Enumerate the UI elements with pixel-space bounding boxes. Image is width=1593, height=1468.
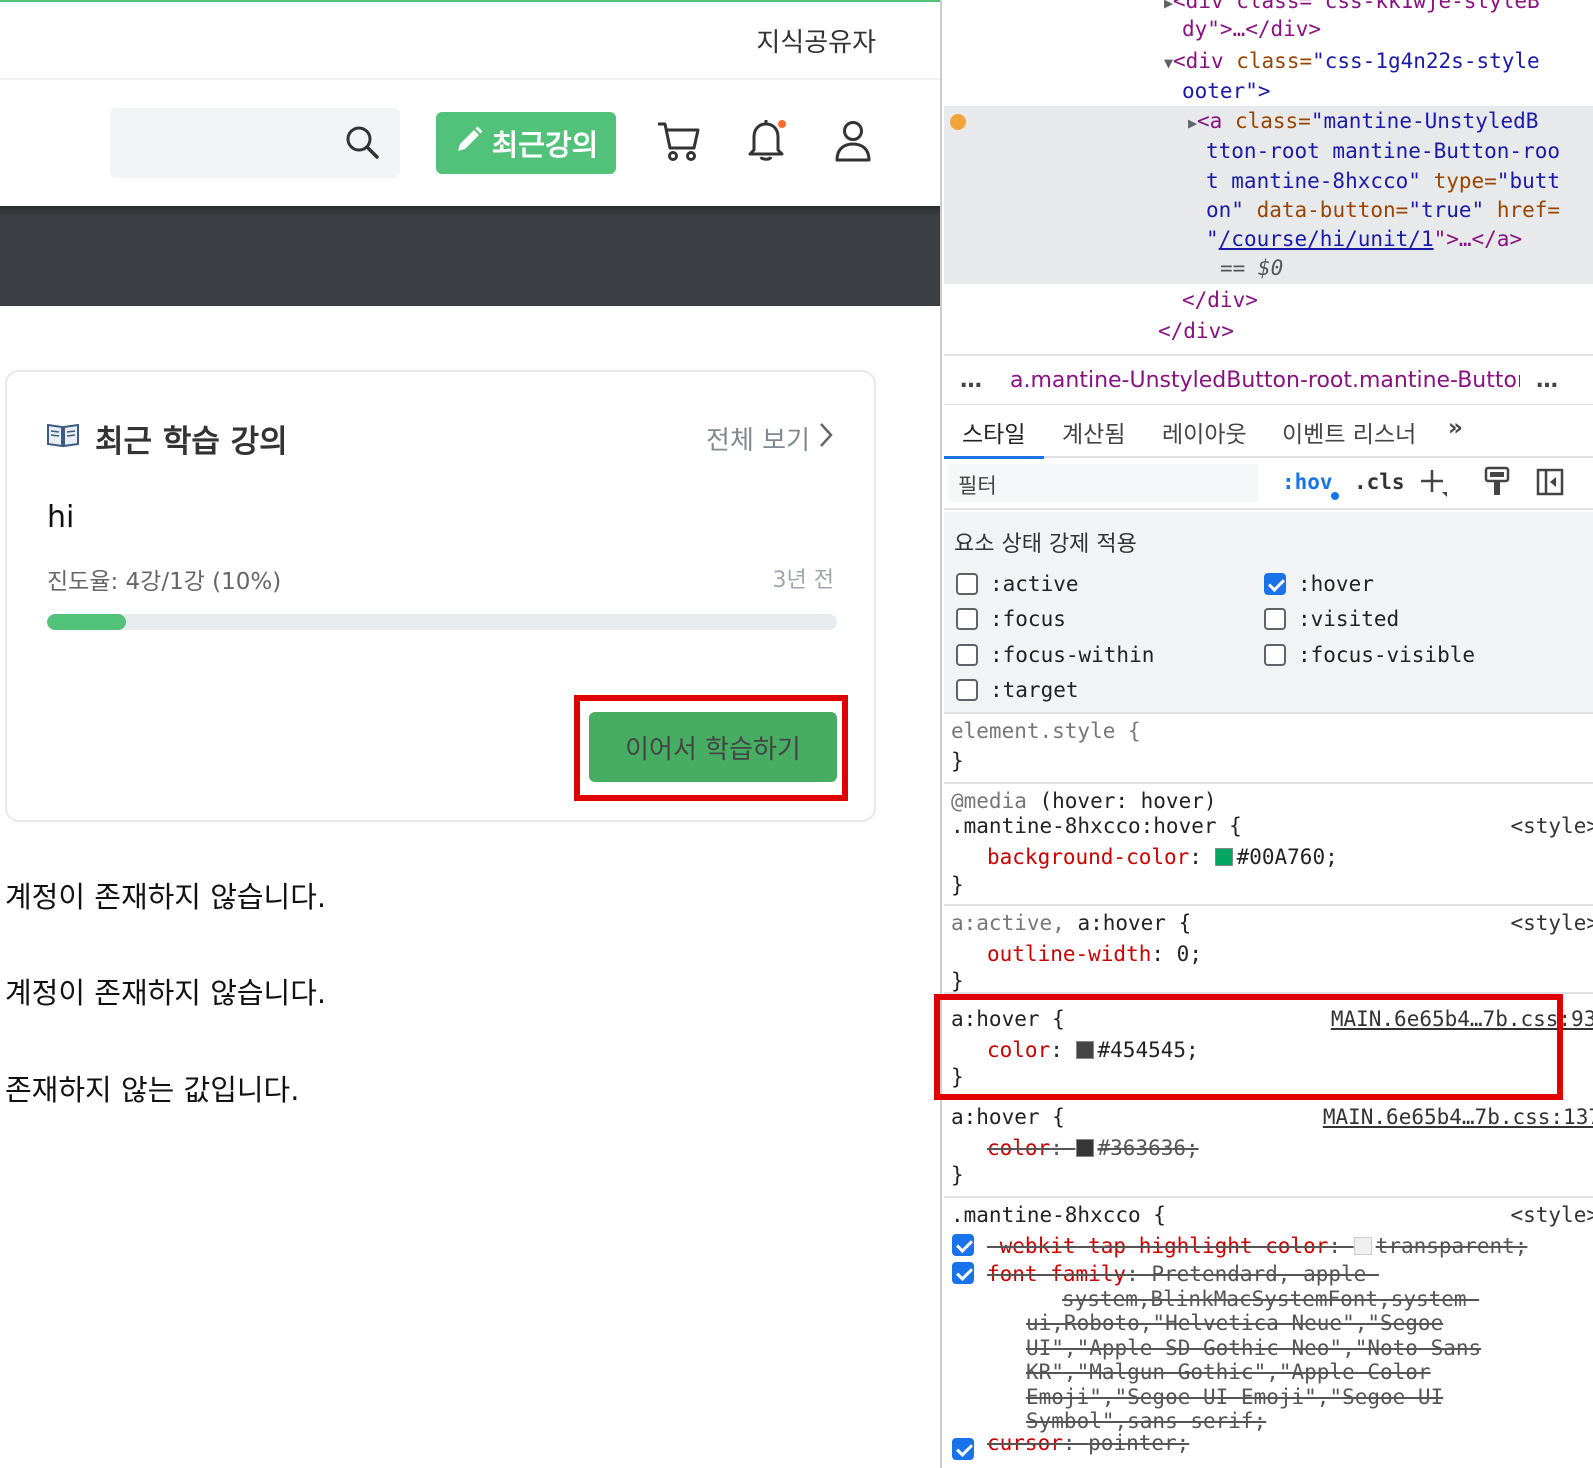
open-book-icon: [47, 422, 79, 452]
state-target-checkbox[interactable]: :target: [956, 678, 1079, 702]
view-all-label: 전체 보기: [706, 426, 810, 456]
checkbox[interactable]: [1264, 644, 1286, 666]
tab-layout[interactable]: 레이아웃: [1162, 415, 1247, 449]
highlight-annotation-box: [934, 994, 1563, 1100]
checkbox[interactable]: [956, 644, 978, 666]
css-rule-element-style[interactable]: element.style { }: [944, 714, 1593, 784]
chevron-right-icon: [818, 422, 834, 455]
error-message: 계정이 존재하지 않습니다.: [5, 976, 327, 1010]
declaration-checkbox[interactable]: [952, 1234, 974, 1264]
toggle-sidebar-icon[interactable]: [1536, 468, 1564, 503]
notification-dot: [778, 120, 786, 128]
breadcrumb-more[interactable]: …: [1536, 368, 1558, 393]
state-focus-checkbox[interactable]: :focus: [956, 607, 1066, 631]
course-name[interactable]: hi: [47, 500, 74, 535]
state-focus-within-checkbox[interactable]: :focus-within: [956, 643, 1154, 667]
plus-icon[interactable]: [1420, 464, 1448, 503]
selected-dom-node-cont: on" data-button="true" href=: [1206, 198, 1561, 222]
force-state-panel: 요소 상태 강제 적용 :active :hover :focus :visit…: [944, 512, 1593, 714]
styles-filter-input[interactable]: 필터: [948, 464, 1258, 502]
breadcrumb-ellipsis[interactable]: …: [960, 368, 982, 393]
tab-more[interactable]: »: [1448, 415, 1463, 441]
devtools-panel: ▶<div class="css-kk1wje-styleB dy">…</di…: [940, 0, 1593, 1468]
selected-dom-node-cont: tton-root mantine-Button-roo: [1206, 139, 1561, 163]
checkbox[interactable]: [956, 679, 978, 701]
hov-active-dot: [1331, 492, 1339, 500]
css-rule-anchor-active-hover[interactable]: a:active, a:hover { <style> outline-widt…: [944, 906, 1593, 994]
styles-toolbar: 필터 :hov .cls: [944, 458, 1593, 510]
dark-banner: [0, 206, 940, 306]
instructor-link[interactable]: 지식공유자: [756, 22, 876, 59]
css-rule-mantine-button[interactable]: .mantine-8hxcco { <style> -webkit-tap-hi…: [944, 1198, 1593, 1468]
paint-brush-icon[interactable]: [1484, 466, 1512, 503]
recent-courses-label: 최근강의: [491, 128, 599, 162]
rule-source[interactable]: <style>: [1510, 1200, 1593, 1230]
selected-dom-node-cont: "/course/hi/unit/1">…</a>: [1206, 227, 1523, 251]
tab-styles[interactable]: 스타일: [962, 415, 1025, 449]
error-message: 존재하지 않는 값입니다.: [5, 1073, 300, 1107]
state-hover-checkbox[interactable]: :hover: [1264, 572, 1374, 596]
view-all-link[interactable]: 전체 보기: [706, 420, 834, 457]
checkbox[interactable]: [956, 608, 978, 630]
color-swatch[interactable]: [1075, 1139, 1094, 1157]
styles-pane-tabs: 스타일 계산됨 레이아웃 이벤트 리스너 »: [944, 404, 1593, 459]
highlight-annotation-box: [574, 695, 848, 801]
progress-bar-fill: [47, 614, 126, 630]
color-swatch[interactable]: [1214, 848, 1233, 866]
web-page: 지식공유자 최근강의 최근 학습 강의 전체 보기 hi 진도율: 4강/1강 …: [0, 0, 940, 1468]
progress-bar: [47, 614, 837, 630]
cart-icon[interactable]: [656, 120, 702, 166]
error-message: 계정이 존재하지 않습니다.: [5, 880, 327, 914]
rule-source-link[interactable]: MAIN.6e65b4…7b.css:137: [1323, 1102, 1593, 1132]
recent-courses-button[interactable]: 최근강의: [436, 112, 616, 174]
force-state-title: 요소 상태 강제 적용: [954, 532, 1137, 557]
tab-computed[interactable]: 계산됨: [1062, 415, 1125, 449]
dom-node-line[interactable]: dy">…</div>: [1182, 14, 1321, 44]
dom-node-line[interactable]: </div>: [1158, 316, 1234, 346]
declaration-checkbox[interactable]: [952, 1262, 974, 1292]
state-focus-visible-checkbox[interactable]: :focus-visible: [1264, 643, 1475, 667]
color-swatch[interactable]: [1353, 1237, 1372, 1255]
rule-source[interactable]: <style>: [1510, 908, 1593, 938]
rule-source[interactable]: <style>: [1510, 811, 1593, 841]
last-studied-time: 3년 전: [772, 568, 834, 593]
expand-triangle-icon[interactable]: ▶: [1188, 114, 1197, 132]
breadcrumb-selector[interactable]: a.mantine-UnstyledButton-root.mantine-Bu…: [1010, 368, 1520, 393]
pencil-icon: [454, 125, 484, 162]
console-ref: == $0: [1220, 256, 1284, 280]
issue-dot-icon: [950, 114, 966, 130]
cls-toggle[interactable]: .cls: [1354, 470, 1405, 494]
css-rule-anchor-hover-overridden[interactable]: a:hover { MAIN.6e65b4…7b.css:137 color: …: [944, 1100, 1593, 1198]
state-active-checkbox[interactable]: :active: [956, 572, 1079, 596]
checkbox-checked[interactable]: [1264, 573, 1286, 595]
checkbox[interactable]: [956, 573, 978, 595]
dom-node-line[interactable]: ▼<div class="css-1g4n22s-style: [1164, 46, 1540, 78]
collapse-triangle-icon[interactable]: ▼: [1164, 54, 1173, 72]
dom-node-line[interactable]: </div>: [1182, 285, 1258, 315]
expand-triangle-icon[interactable]: ▶: [1164, 0, 1173, 12]
top-accent-line: [0, 0, 940, 2]
progress-text: 진도율: 4강/1강 (10%): [47, 569, 282, 595]
checkbox[interactable]: [1264, 608, 1286, 630]
state-visited-checkbox[interactable]: :visited: [1264, 607, 1399, 631]
dom-node-line[interactable]: ooter">: [1182, 76, 1271, 106]
selected-dom-node-cont: t mantine-8hxcco" type="butt: [1206, 169, 1561, 193]
card-title: 최근 학습 강의: [95, 424, 288, 460]
user-icon[interactable]: [834, 120, 872, 166]
search-input[interactable]: [110, 108, 400, 178]
selected-dom-node[interactable]: ▶<a class="mantine-UnstyledB: [1188, 106, 1538, 138]
search-icon[interactable]: [344, 124, 380, 164]
element-breadcrumb: … a.mantine-UnstyledButton-root.mantine-…: [944, 354, 1593, 404]
declaration-checkbox[interactable]: [952, 1438, 974, 1468]
header-divider: [0, 78, 940, 80]
tab-event-listeners[interactable]: 이벤트 리스너: [1282, 415, 1416, 449]
href-link[interactable]: /course/hi/unit/1: [1219, 227, 1434, 251]
hov-toggle[interactable]: :hov: [1282, 470, 1333, 494]
css-rule-media-hover[interactable]: @media (hover: hover) .mantine-8hxcco:ho…: [944, 784, 1593, 906]
